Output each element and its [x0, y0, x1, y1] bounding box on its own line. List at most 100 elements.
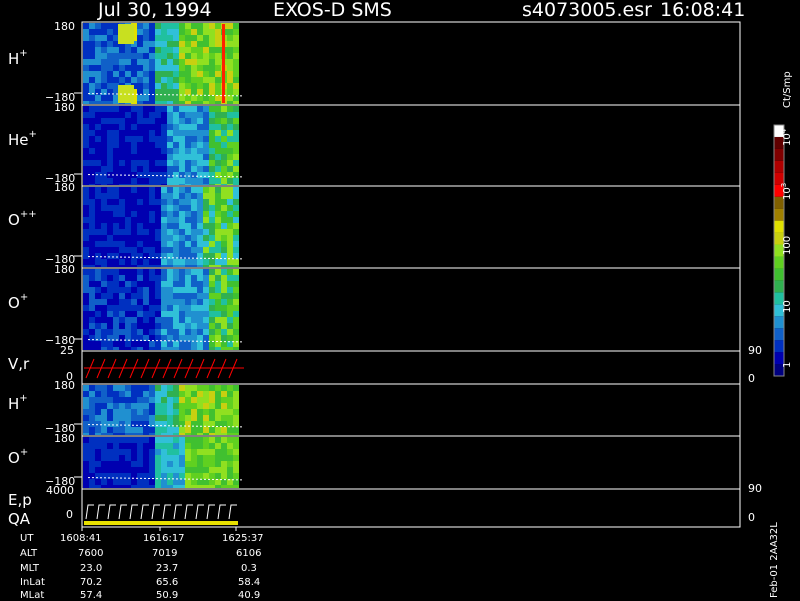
spectrogram-cell [167, 89, 173, 95]
spectrogram-cell [83, 329, 89, 335]
spectrogram-cell [227, 391, 233, 397]
spectrogram-cell [113, 65, 119, 71]
spectrogram-cell [101, 217, 107, 223]
spectrogram-cell [227, 269, 233, 275]
spectrogram-cell [173, 275, 179, 281]
pitch-angle-dot [160, 94, 162, 96]
spectrogram-cell [221, 259, 227, 265]
spectrogram-cell [167, 148, 173, 154]
spectrogram-cell [179, 275, 185, 281]
spectrogram-cell [113, 259, 119, 265]
spectrogram-cell [143, 455, 149, 461]
spectrogram-cell [131, 148, 137, 154]
spectrogram-cell [221, 247, 227, 253]
spectrogram-cell [179, 83, 185, 89]
spectrogram-cell [95, 35, 101, 41]
pitch-angle-dot [216, 426, 218, 428]
spectrogram-cell [137, 275, 143, 281]
spectrogram-cell [191, 347, 197, 350]
colorbar-tick: 103 [780, 182, 793, 200]
spectrogram-cell [173, 455, 179, 461]
spectrogram-cell [107, 299, 113, 305]
spectrogram-cell [185, 77, 191, 83]
spectrogram-cell [125, 247, 131, 253]
spectrogram-cell [83, 53, 89, 59]
spectrogram-cell [125, 193, 131, 199]
spectrogram-cell [101, 443, 107, 449]
spectrogram-cell [167, 437, 173, 443]
spectrogram-cell [95, 166, 101, 172]
spectrogram-cell [179, 205, 185, 211]
spectrogram-cell [83, 461, 89, 467]
spectrogram-cell [113, 427, 119, 433]
spectrogram-cell [233, 433, 239, 435]
spectrogram-cell [161, 409, 167, 415]
spectrogram-cell [155, 77, 161, 83]
spectrogram-cell [83, 403, 89, 409]
spectrogram-cell [83, 235, 89, 241]
spectrogram-cell [203, 473, 209, 479]
spectrogram-cell [197, 259, 203, 265]
spectrogram-cell [113, 287, 119, 293]
spectrogram-cell [227, 259, 233, 265]
spectrogram-cell [113, 154, 119, 160]
spectrogram-cell [137, 130, 143, 136]
spectrogram-cell [215, 29, 221, 35]
spectrogram-cell [149, 47, 155, 53]
colorbar-segment [774, 160, 784, 173]
spectrogram-cell [107, 59, 113, 65]
spectrogram-cell [89, 391, 95, 397]
spectrogram-cell [149, 415, 155, 421]
spectrogram-cell [89, 118, 95, 124]
spectrogram-cell [167, 341, 173, 347]
pitch-angle-dot [208, 340, 210, 342]
spectrogram-cell [167, 136, 173, 142]
spectrogram-cell [137, 71, 143, 77]
spectrogram-cell [197, 142, 203, 148]
spectrogram-cell [197, 29, 203, 35]
pitch-angle-dot [196, 340, 198, 342]
pitch-angle-dot [240, 95, 242, 97]
spectrogram-cell [167, 317, 173, 323]
spectrogram-cell [203, 187, 209, 193]
spectrogram-cell [221, 142, 227, 148]
spectrogram-cell [185, 130, 191, 136]
spectrogram-cell [209, 403, 215, 409]
spectrogram-cell [203, 385, 209, 391]
spectrogram-cell [209, 77, 215, 83]
spectrogram-cell [119, 317, 125, 323]
spectrogram-cell [173, 65, 179, 71]
spectrogram-cell [197, 449, 203, 455]
spectrogram-cell [221, 241, 227, 247]
spectrogram-cell [113, 130, 119, 136]
spectrogram-cell [125, 124, 131, 130]
spectrogram-cell [83, 427, 89, 433]
pitch-angle-dot [224, 341, 226, 343]
spectrogram-cell [107, 65, 113, 71]
colorbar-segment [774, 268, 784, 281]
spectrogram-cell [209, 29, 215, 35]
spectrogram-cell [95, 247, 101, 253]
spectrogram-cell [137, 305, 143, 311]
spectrogram-cell [203, 106, 209, 112]
spectrogram-cell [83, 77, 89, 83]
spectrogram-cell [155, 130, 161, 136]
spectrogram-cell [191, 269, 197, 275]
spectrogram-cell [197, 427, 203, 433]
panel-label-ep: E,p [8, 491, 32, 509]
spectrogram-cell [161, 473, 167, 479]
spectrogram-cell [227, 467, 233, 473]
spectrogram-cell [107, 467, 113, 473]
spectrogram-cell [191, 83, 197, 89]
spectrogram-cell [215, 53, 221, 59]
spectrogram-cell [191, 335, 197, 341]
pitch-angle-dot [192, 425, 194, 427]
spectrogram-cell [173, 142, 179, 148]
spectrogram-cell [119, 223, 125, 229]
spectrogram-cell [125, 281, 131, 287]
spectrogram-cell [149, 142, 155, 148]
spectrogram-cell [203, 269, 209, 275]
colorbar-tick: 1 [782, 361, 793, 368]
spectrogram-cell [179, 485, 185, 488]
spectrogram-cell [197, 71, 203, 77]
